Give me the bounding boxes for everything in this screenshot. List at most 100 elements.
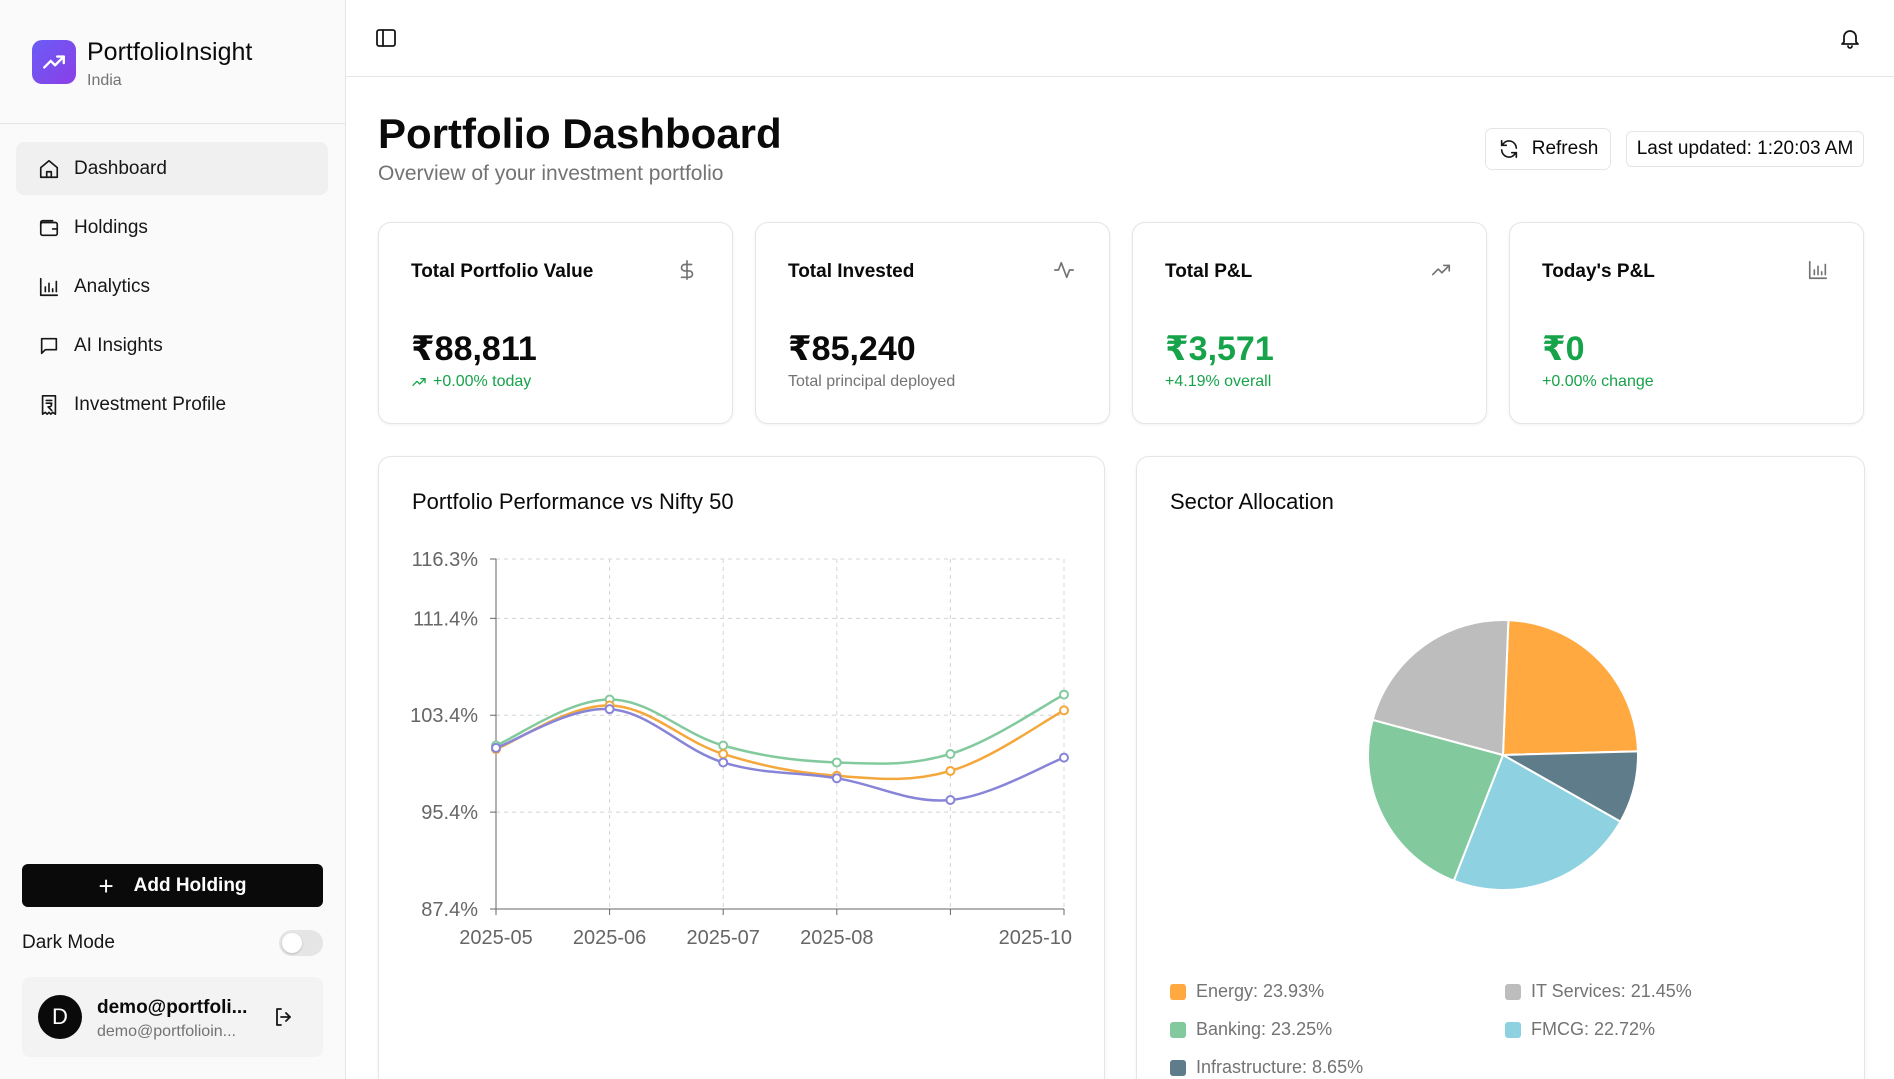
legend-label: Banking: 23.25% xyxy=(1196,1019,1333,1039)
brand-header: PortfolioInsight India xyxy=(0,0,345,124)
series-point[interactable] xyxy=(1059,752,1069,763)
bell-icon[interactable] xyxy=(1838,26,1862,50)
pie-slice[interactable] xyxy=(1501,619,1639,757)
stat-card-total-value: Total Portfolio Value ₹88,811 +0.00% tod… xyxy=(378,222,733,424)
stat-card-todays-pnl: Today's P&L ₹0 +0.00% change xyxy=(1509,222,1864,424)
card-label: Today's P&L xyxy=(1542,261,1655,282)
legend-label: FMCG: 22.72% xyxy=(1531,1019,1656,1039)
card-note-text: +0.00% change xyxy=(1542,373,1654,390)
card-value: ₹85,240 xyxy=(788,330,916,368)
card-value: ₹0 xyxy=(1542,330,1585,368)
series-point[interactable] xyxy=(1059,705,1069,716)
legend-label: IT Services: 21.45% xyxy=(1531,981,1692,1001)
sidebar: PortfolioInsight India Dashboard Holding… xyxy=(0,0,346,1079)
sidebar-nav: Dashboard Holdings Analytics AI Insights… xyxy=(16,142,328,437)
sidebar-item-analytics[interactable]: Analytics xyxy=(16,260,328,313)
sector-allocation-panel: Sector Allocation Energy: 23.93% IT Serv… xyxy=(1136,456,1865,1079)
legend-item: FMCG: 22.72% xyxy=(1505,1019,1655,1040)
series-point[interactable] xyxy=(604,704,615,715)
series-line xyxy=(495,707,1065,802)
card-value: ₹88,811 xyxy=(411,330,537,368)
toggle-knob xyxy=(282,933,302,953)
bar-chart-icon xyxy=(1808,260,1828,280)
last-updated-badge: Last updated: 1:20:03 AM xyxy=(1626,131,1864,167)
page-subtitle: Overview of your investment portfolio xyxy=(378,162,724,185)
add-holding-label: Add Holding xyxy=(133,874,247,896)
sidebar-item-label: Investment Profile xyxy=(74,393,227,415)
legend-swatch xyxy=(1170,1021,1186,1038)
plus-icon: + xyxy=(98,870,114,901)
user-card: D demo@portfoli... demo@portfolioin... xyxy=(22,977,323,1057)
chart-title: Sector Allocation xyxy=(1170,489,1334,514)
card-note: +0.00% change xyxy=(1542,373,1654,391)
activity-icon xyxy=(1054,261,1074,279)
legend-item: Banking: 23.25% xyxy=(1170,1019,1332,1040)
sidebar-item-dashboard[interactable]: Dashboard xyxy=(16,142,328,195)
series-point[interactable] xyxy=(718,757,729,768)
x-tick-label: 2025-05 xyxy=(459,927,532,949)
series-point[interactable] xyxy=(718,748,729,759)
receipt-rupee-icon xyxy=(41,394,57,415)
trending-up-icon xyxy=(1431,264,1451,276)
sidebar-item-holdings[interactable]: Holdings xyxy=(16,201,328,254)
series-point[interactable] xyxy=(831,773,842,784)
stat-card-total-invested: Total Invested ₹85,240 Total principal d… xyxy=(755,222,1110,424)
legend-item: Energy: 23.93% xyxy=(1170,981,1324,1002)
sidebar-item-label: AI Insights xyxy=(74,334,163,356)
legend-label: Infrastructure: 8.65% xyxy=(1196,1057,1364,1077)
card-label: Total Invested xyxy=(788,261,915,282)
refresh-button[interactable]: Refresh xyxy=(1485,128,1611,170)
x-tick-label: 2025-06 xyxy=(573,927,646,949)
card-label: Total Portfolio Value xyxy=(411,261,594,282)
y-tick-label: 116.3% xyxy=(412,549,479,571)
sidebar-item-label: Analytics xyxy=(74,275,151,297)
legend-swatch xyxy=(1170,1059,1186,1076)
series-point[interactable] xyxy=(945,795,956,806)
trending-up-icon xyxy=(412,378,426,386)
chat-icon xyxy=(40,337,58,354)
refresh-label: Refresh xyxy=(1531,138,1599,159)
add-holding-button[interactable]: + Add Holding xyxy=(22,864,323,907)
brand-name: PortfolioInsight xyxy=(87,38,253,66)
x-tick-label: 2025-08 xyxy=(800,927,873,949)
legend-label: Energy: 23.93% xyxy=(1196,981,1325,1001)
series-point[interactable] xyxy=(945,748,956,759)
sidebar-item-investment-profile[interactable]: Investment Profile xyxy=(16,378,328,431)
legend-swatch xyxy=(1170,983,1186,1000)
card-note-text: Total principal deployed xyxy=(788,373,956,390)
card-value: ₹3,571 xyxy=(1165,330,1274,368)
chart-title: Portfolio Performance vs Nifty 50 xyxy=(412,489,734,514)
card-label: Total P&L xyxy=(1165,261,1253,282)
brand-logo-icon xyxy=(32,40,76,84)
y-tick-label: 95.4% xyxy=(421,802,478,824)
series-point[interactable] xyxy=(1059,689,1069,700)
series-point[interactable] xyxy=(945,765,956,776)
top-bar xyxy=(346,0,1894,77)
dark-mode-label: Dark Mode xyxy=(22,932,115,953)
legend-swatch xyxy=(1505,983,1521,1000)
card-note-text: +0.00% today xyxy=(433,373,532,390)
logout-icon[interactable] xyxy=(272,1005,296,1029)
series-point[interactable] xyxy=(491,742,501,753)
sidebar-item-label: Holdings xyxy=(74,216,148,238)
sidebar-item-ai-insights[interactable]: AI Insights xyxy=(16,319,328,372)
series-point[interactable] xyxy=(718,740,729,751)
card-note-text: +4.19% overall xyxy=(1165,373,1272,390)
refresh-icon xyxy=(1500,139,1517,159)
x-tick-label: 2025-10 xyxy=(999,927,1072,949)
stat-card-total-pnl: Total P&L ₹3,571 +4.19% overall xyxy=(1132,222,1487,424)
avatar[interactable]: D xyxy=(38,995,82,1039)
user-email: demo@portfolioin... xyxy=(97,1023,236,1040)
card-note: +4.19% overall xyxy=(1165,373,1271,391)
legend-swatch xyxy=(1505,1021,1521,1038)
legend-item: IT Services: 21.45% xyxy=(1505,981,1692,1002)
series-point[interactable] xyxy=(831,757,842,768)
user-name: demo@portfoli... xyxy=(97,997,248,1018)
y-tick-label: 87.4% xyxy=(421,899,478,921)
brand-region: India xyxy=(87,72,122,89)
sidebar-toggle-icon[interactable] xyxy=(374,26,398,50)
wallet-icon xyxy=(39,219,59,236)
y-tick-label: 103.4% xyxy=(410,705,478,727)
dark-mode-toggle[interactable] xyxy=(279,930,323,956)
legend-item: Infrastructure: 8.65% xyxy=(1170,1057,1363,1078)
